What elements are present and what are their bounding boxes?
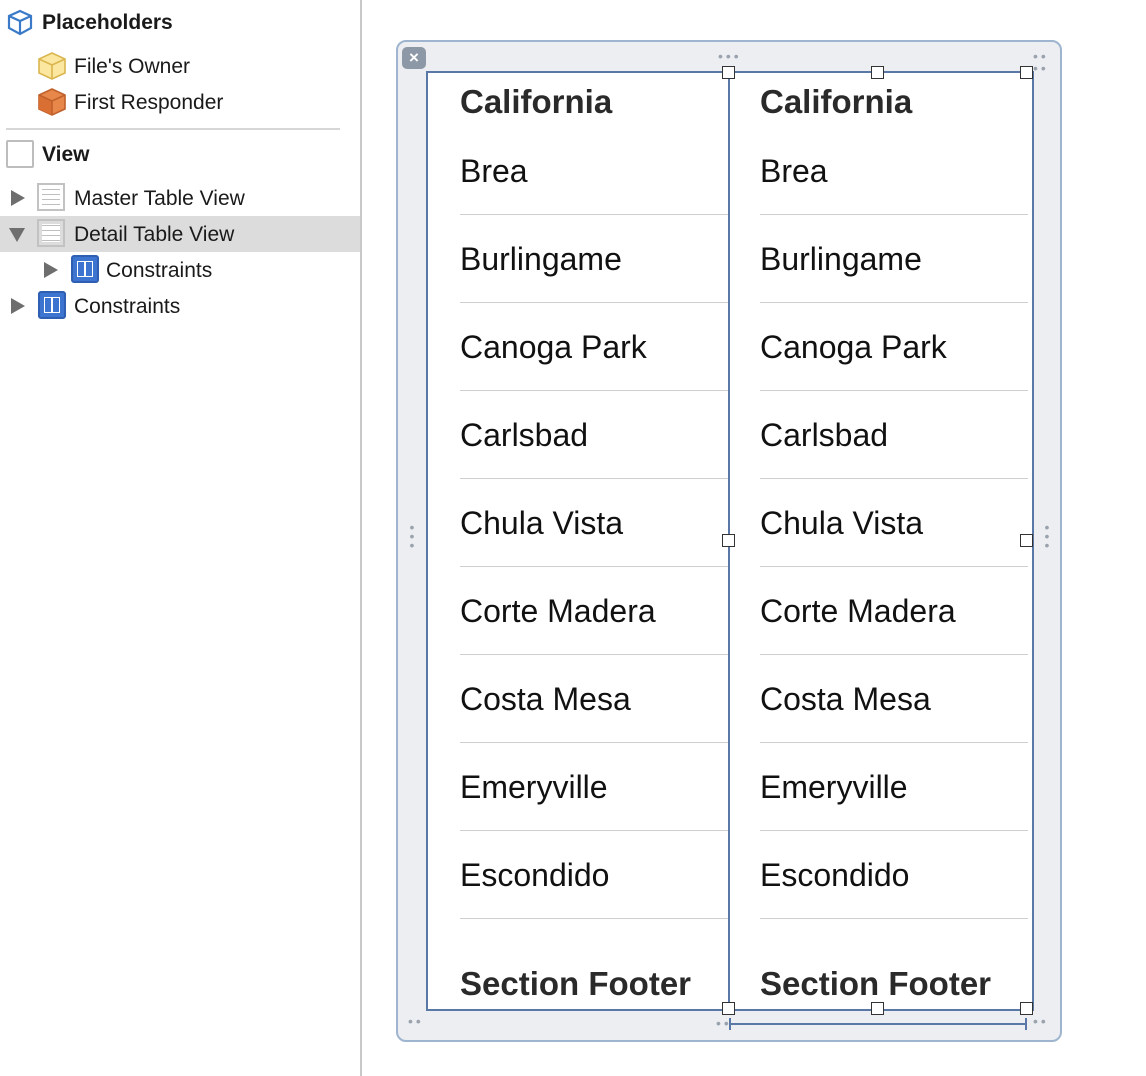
- cube-icon: [6, 8, 34, 36]
- outline-separator: [6, 128, 340, 130]
- detail-table-view[interactable]: California Brea Burlingame Canoga Park Carl…: [728, 71, 1028, 1011]
- first-responder-label: First Responder: [74, 91, 224, 114]
- section-footer: Section Footer: [460, 965, 692, 1002]
- files-owner-cube-icon: [36, 50, 68, 82]
- view-label: View: [42, 143, 90, 166]
- table-cell[interactable]: Corte Madera: [760, 511, 1028, 629]
- resize-dots-bottom-right[interactable]: ••: [1033, 1014, 1049, 1028]
- table-view-icon: [37, 219, 65, 247]
- outline-row-placeholders[interactable]: Placeholders: [0, 4, 360, 40]
- disclosure-triangle-icon[interactable]: [11, 190, 25, 206]
- resize-handle-bottom-left[interactable]: [722, 1002, 735, 1015]
- table-cell[interactable]: Costa Mesa: [760, 599, 1028, 717]
- detail-constraints-label: Constraints: [106, 259, 213, 282]
- detail-table-view-label: Detail Table View: [74, 223, 235, 246]
- outline-item-first-responder[interactable]: First Responder: [0, 84, 360, 120]
- view-icon: [6, 140, 34, 168]
- table-cell[interactable]: Canoga Park: [760, 247, 1028, 365]
- outline-item-view-constraints[interactable]: Constraints: [0, 288, 360, 324]
- table-view-icon: [37, 183, 65, 211]
- resize-handle-right[interactable]: [1020, 534, 1033, 547]
- view-constraints-label: Constraints: [74, 295, 181, 318]
- table-cell[interactable]: Burlingame: [760, 159, 1028, 277]
- table-cell[interactable]: Brea: [460, 71, 728, 189]
- resize-handle-top-left[interactable]: [722, 66, 735, 79]
- resize-handle-top[interactable]: [871, 66, 884, 79]
- guide-tick-right: [1025, 1018, 1027, 1030]
- cell-separator: [760, 918, 1028, 919]
- disclosure-triangle-expanded-icon[interactable]: [9, 228, 25, 242]
- width-constraint-guide: [729, 1023, 1027, 1025]
- resize-dots-top[interactable]: •••: [718, 49, 742, 63]
- table-cell[interactable]: Emeryville: [460, 687, 728, 805]
- close-icon[interactable]: ×: [402, 47, 426, 69]
- table-cell[interactable]: Chula Vista: [760, 423, 1028, 541]
- resize-handle-left[interactable]: [722, 534, 735, 547]
- cell-separator: [460, 918, 728, 919]
- master-table-view-label: Master Table View: [74, 187, 245, 210]
- resize-dots-left[interactable]: • • •: [409, 520, 415, 552]
- document-outline: Placeholders File's Owner First Responde…: [0, 0, 360, 1076]
- resize-handle-bottom-right[interactable]: [1020, 1002, 1033, 1015]
- section-footer: Section Footer: [760, 965, 992, 1002]
- cell-label: Escondido: [460, 857, 610, 893]
- table-cell[interactable]: Escondido: [760, 775, 1028, 893]
- table-cell[interactable]: Burlingame: [460, 159, 728, 277]
- table-cell[interactable]: Chula Vista: [460, 423, 728, 541]
- resize-handle-bottom[interactable]: [871, 1002, 884, 1015]
- table-cell[interactable]: Escondido: [460, 775, 728, 893]
- placeholders-label: Placeholders: [42, 11, 173, 34]
- outline-item-view[interactable]: View: [0, 136, 360, 172]
- disclosure-triangle-icon[interactable]: [11, 298, 25, 314]
- constraints-icon: [38, 291, 66, 319]
- outline-item-files-owner[interactable]: File's Owner: [0, 48, 360, 84]
- cell-label: Escondido: [760, 857, 910, 893]
- table-cell[interactable]: Carlsbad: [460, 335, 728, 453]
- master-table-view[interactable]: California Brea Burlingame Canoga Park Carl…: [428, 71, 728, 1011]
- outline-item-master-table-view[interactable]: Master Table View: [0, 180, 360, 216]
- outline-item-detail-table-view[interactable]: Detail Table View: [0, 216, 360, 252]
- outline-item-detail-constraints[interactable]: Constraints: [0, 252, 360, 288]
- guide-tick-left: [729, 1018, 731, 1030]
- resize-dots-top-right-2: ••: [1033, 60, 1049, 76]
- constraints-icon: [71, 255, 99, 283]
- table-cell[interactable]: Emeryville: [760, 687, 1028, 805]
- table-cell[interactable]: Carlsbad: [760, 335, 1028, 453]
- disclosure-triangle-icon[interactable]: [44, 262, 58, 278]
- table-cell[interactable]: Brea: [760, 71, 1028, 189]
- table-cell[interactable]: Corte Madera: [460, 511, 728, 629]
- table-cell[interactable]: Canoga Park: [460, 247, 728, 365]
- resize-handle-top-right[interactable]: [1020, 66, 1033, 79]
- resize-dots-bottom-left[interactable]: ••: [408, 1014, 424, 1028]
- files-owner-label: File's Owner: [74, 55, 191, 78]
- first-responder-cube-icon: [36, 86, 68, 118]
- table-cell[interactable]: Costa Mesa: [460, 599, 728, 717]
- resize-dots-right[interactable]: • • •: [1044, 520, 1050, 552]
